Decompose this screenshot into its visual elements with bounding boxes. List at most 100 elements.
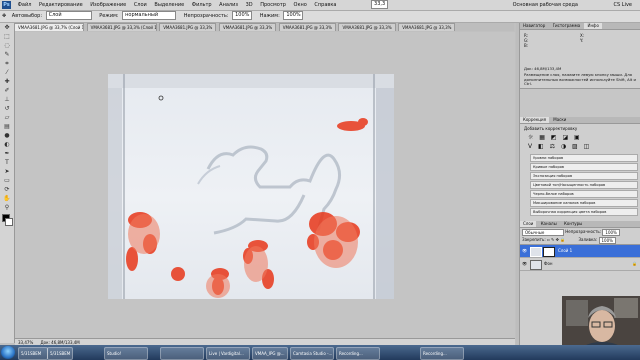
- document-tab[interactable]: VMAA3681.JPG @ 33,3%: [159, 23, 217, 31]
- menu-edit[interactable]: Редактирование: [36, 0, 86, 10]
- options-bar: ✥ Автовыбор: Слой Режим: нормальный Непр…: [0, 11, 640, 23]
- info-b: B:: [524, 43, 529, 48]
- tab-channels[interactable]: Каналы: [538, 221, 560, 227]
- taskbar-app[interactable]: Studio!: [104, 347, 148, 360]
- lasso-tool-icon[interactable]: ◌: [1, 42, 13, 50]
- menu-layers[interactable]: Слои: [131, 0, 150, 10]
- layer-opacity-field[interactable]: 100%: [602, 228, 620, 236]
- taskbar-app[interactable]: 5/31SBEM: [18, 347, 48, 360]
- blend-mode-dropdown[interactable]: Обычные: [522, 228, 564, 236]
- menu-filter[interactable]: Фильтр: [189, 0, 215, 10]
- adjustment-preset[interactable]: Кривые наборов: [530, 163, 638, 171]
- quick-select-tool-icon[interactable]: ✎: [1, 51, 13, 59]
- menu-view[interactable]: Просмотр: [257, 0, 289, 10]
- adjustment-icons-row-1[interactable]: ☼ ▦ ◩ ◪ ▣: [520, 133, 640, 142]
- layers-lock-row: Закрепить: ▫ ✎ ✥ 🔒 Заливка: 100%: [520, 236, 640, 245]
- tab-adjustments[interactable]: Коррекция: [520, 117, 549, 123]
- info-hint: Размещение слоя, нажмите левую кнопку мы…: [524, 72, 636, 86]
- clone-stamp-tool-icon[interactable]: ⊥: [1, 96, 13, 104]
- tab-info[interactable]: Инфо: [584, 23, 602, 29]
- adjustments-title: Добавить корректировку: [524, 126, 578, 131]
- adjustment-preset[interactable]: Цветовой тон/Насыщенность наборов: [530, 181, 638, 189]
- taskbar-app[interactable]: Camtasia Studio -...: [290, 347, 334, 360]
- start-button[interactable]: [1, 346, 15, 359]
- move-tool-icon[interactable]: ✥: [1, 24, 13, 32]
- lock-icons[interactable]: ▫ ✎ ✥ 🔒: [547, 237, 565, 242]
- info-y: Y:: [580, 38, 584, 43]
- adjustment-preset[interactable]: Черно-белое наборов: [530, 190, 638, 198]
- path-select-tool-icon[interactable]: ➤: [1, 168, 13, 176]
- taskbar-app[interactable]: [160, 347, 204, 360]
- document-tab[interactable]: VMAA3681.JPG @ 33,3%: [398, 23, 456, 31]
- tab-histogram[interactable]: Гистограмма: [550, 23, 584, 29]
- lock-label: Закрепить:: [522, 237, 546, 242]
- tool-preset-icon[interactable]: ✥: [0, 11, 8, 22]
- document-tab[interactable]: VMAA3681.JPG @ 33,3%: [278, 23, 336, 31]
- layer-name[interactable]: Фон: [544, 258, 553, 270]
- photoshop-logo: Ps: [2, 1, 11, 9]
- tab-masks[interactable]: Маски: [550, 117, 569, 123]
- taskbar-app[interactable]: Recording...: [420, 347, 464, 360]
- adjustment-preset[interactable]: Микширование каналов наборов: [530, 199, 638, 207]
- document-tab[interactable]: VMAA3681.JPG @ 33,7% (Слой 1, Слой-маска…: [14, 23, 84, 31]
- marquee-tool-icon[interactable]: ⬚: [1, 33, 13, 41]
- eye-icon[interactable]: 👁: [522, 258, 527, 270]
- lock-icon: 🔒: [632, 261, 637, 266]
- layer-mask-thumbnail[interactable]: [543, 247, 555, 257]
- gradient-tool-icon[interactable]: ▤: [1, 123, 13, 131]
- menu-file[interactable]: Файл: [15, 0, 35, 10]
- auto-select-dropdown[interactable]: Слой: [45, 11, 92, 20]
- workspace-switcher[interactable]: Основная рабочая среда: [513, 1, 578, 9]
- eraser-tool-icon[interactable]: ▱: [1, 114, 13, 122]
- adjustment-preset[interactable]: Уровни наборов: [530, 154, 638, 162]
- menu-help[interactable]: Справка: [311, 0, 339, 10]
- color-swatches[interactable]: [0, 213, 14, 227]
- pen-tool-icon[interactable]: ✒: [1, 150, 13, 158]
- zoom-tool-icon[interactable]: ⚲: [1, 204, 13, 212]
- shape-tool-icon[interactable]: ▭: [1, 177, 13, 185]
- brush-tool-icon[interactable]: ✐: [1, 87, 13, 95]
- cs-live-button[interactable]: CS Live: [614, 1, 632, 9]
- background-color-swatch[interactable]: [5, 218, 13, 226]
- crop-tool-icon[interactable]: ⌗: [1, 60, 13, 68]
- menu-window[interactable]: Окно: [291, 0, 310, 10]
- tools-panel: ✥ ⬚ ◌ ✎ ⌗ ⁄ ✚ ✐ ⊥ ↺ ▱ ▤ ● ◐ ✒ T ➤ ▭ ⟳ ✋ …: [0, 23, 15, 343]
- mode-dropdown[interactable]: нормальный: [122, 11, 177, 20]
- adjustment-preset[interactable]: Выборочная коррекция цвета наборов: [530, 208, 638, 216]
- healing-brush-tool-icon[interactable]: ✚: [1, 78, 13, 86]
- adjustment-preset[interactable]: Экспозиция наборов: [530, 172, 638, 180]
- eyedropper-tool-icon[interactable]: ⁄: [1, 69, 13, 77]
- tab-layers[interactable]: Слои: [520, 221, 537, 227]
- document-image[interactable]: [108, 74, 394, 299]
- dodge-tool-icon[interactable]: ◐: [1, 141, 13, 149]
- opacity-field[interactable]: 100%: [232, 11, 253, 20]
- document-tab[interactable]: VMAA3681.JPG @ 33,3% (Слой 1): [86, 23, 157, 31]
- menu-image[interactable]: Изображение: [87, 0, 129, 10]
- document-tab[interactable]: VMAA3681.JPG @ 33,3%: [338, 23, 396, 31]
- flow-field[interactable]: 100%: [283, 11, 304, 20]
- type-tool-icon[interactable]: T: [1, 159, 13, 167]
- eye-icon[interactable]: 👁: [522, 245, 527, 257]
- layer-name[interactable]: Слой 1: [558, 245, 572, 257]
- blur-tool-icon[interactable]: ●: [1, 132, 13, 140]
- history-brush-tool-icon[interactable]: ↺: [1, 105, 13, 113]
- layer-row[interactable]: 👁 Фон 🔒: [520, 258, 640, 271]
- menu-3d[interactable]: 3D: [243, 0, 256, 10]
- taskbar: 5/31SBEM 5/31SBEM Studio! Live | Vardigi…: [0, 345, 640, 360]
- layer-opacity-label: Непрозрачность:: [565, 229, 602, 234]
- tab-paths[interactable]: Контуры: [561, 221, 585, 227]
- taskbar-app[interactable]: VMAA_IPG @...: [252, 347, 288, 360]
- taskbar-app[interactable]: 5/31SBEM: [47, 347, 73, 360]
- 3d-rotate-tool-icon[interactable]: ⟳: [1, 186, 13, 194]
- tab-navigator[interactable]: Навигатор: [520, 23, 548, 29]
- document-tab[interactable]: VMAA3681.JPG @ 33,3%: [218, 23, 277, 31]
- taskbar-app[interactable]: Live | Vardigital...: [206, 347, 250, 360]
- menu-analysis[interactable]: Анализ: [216, 0, 241, 10]
- layer-row[interactable]: 👁 Слой 1: [520, 245, 640, 258]
- hand-tool-icon[interactable]: ✋: [1, 195, 13, 203]
- fill-field[interactable]: 100%: [598, 236, 616, 244]
- menu-select[interactable]: Выделение: [151, 0, 187, 10]
- adjustment-icons-row-2[interactable]: V ◧ ⚖ ◑ ▨ ◫: [520, 142, 640, 151]
- zoom-level-field[interactable]: 33,3: [371, 0, 389, 9]
- taskbar-app[interactable]: Recording...: [336, 347, 380, 360]
